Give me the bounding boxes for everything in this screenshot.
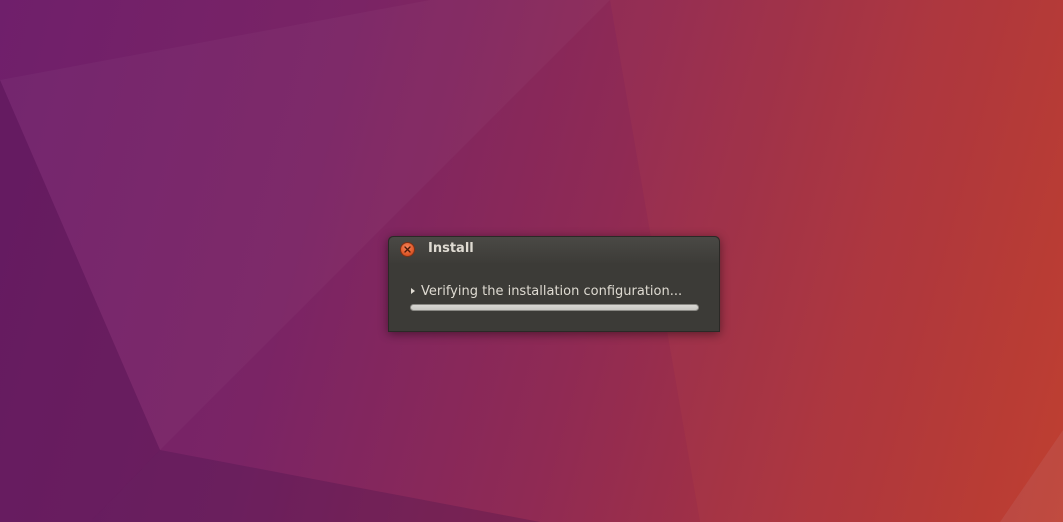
progress-bar (410, 304, 699, 311)
install-dialog: Install Verifying the installation confi… (388, 236, 720, 332)
dialog-titlebar[interactable]: Install (389, 237, 719, 263)
dialog-title: Install (428, 241, 474, 256)
close-icon (404, 246, 411, 253)
expander-arrow-icon (411, 287, 415, 294)
status-text: Verifying the installation configuration… (421, 284, 683, 299)
desktop: Install Verifying the installation confi… (0, 0, 1063, 522)
status-expander[interactable]: Verifying the installation configuration… (411, 284, 682, 299)
close-button[interactable] (400, 242, 415, 257)
